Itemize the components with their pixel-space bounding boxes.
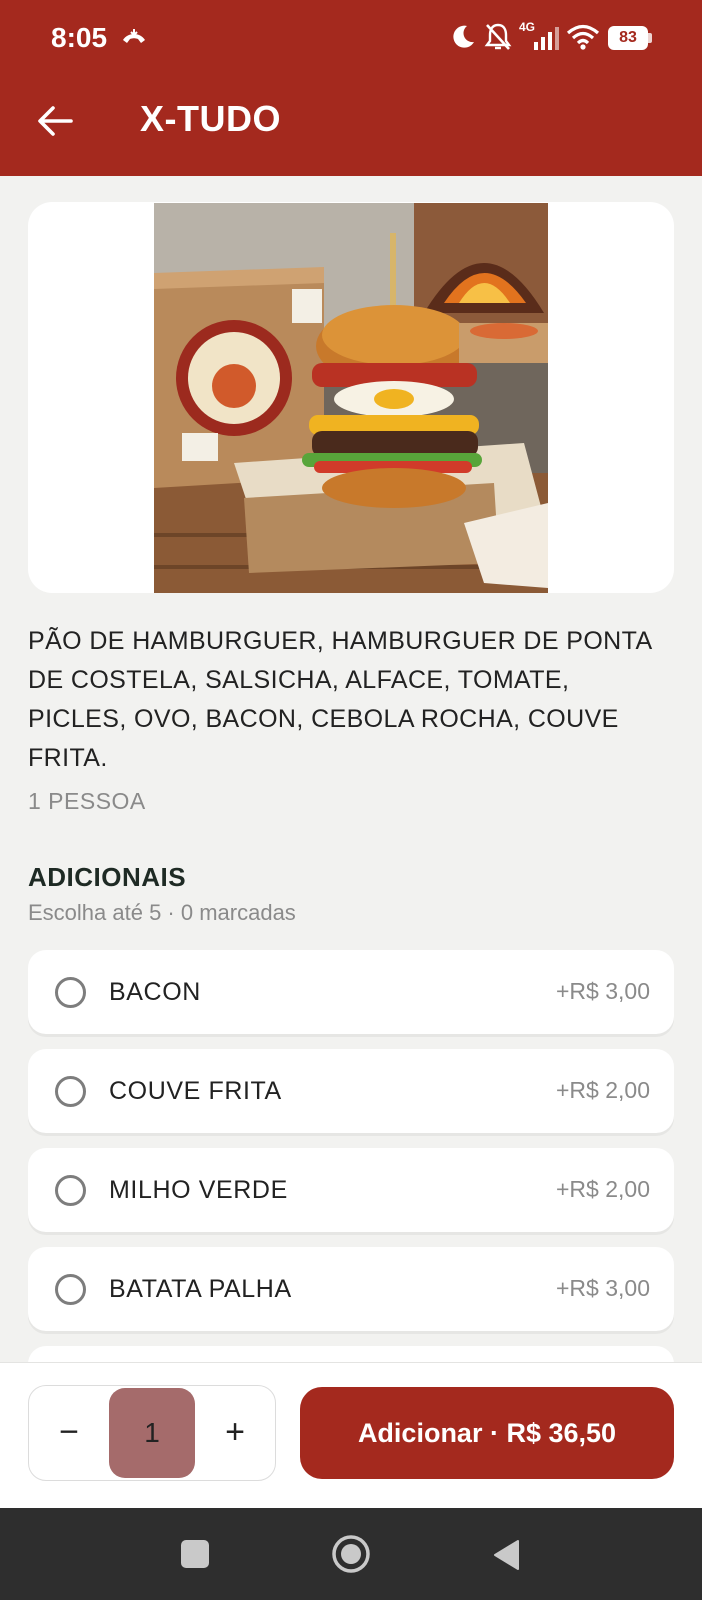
- page-title: X-TUDO: [140, 98, 281, 139]
- serving-size: 1 PESSOA: [28, 788, 146, 814]
- decrease-quantity-button[interactable]: −: [49, 1410, 89, 1456]
- nav-back-button[interactable]: [492, 1539, 520, 1571]
- addon-label: MILHO VERDE: [109, 1176, 288, 1204]
- home-button[interactable]: [331, 1534, 371, 1574]
- addon-option-bacon[interactable]: BACON +R$ 3,00: [28, 950, 674, 1034]
- addon-label: BACON: [109, 978, 201, 1006]
- radio-unchecked-icon[interactable]: [55, 1076, 86, 1107]
- increase-quantity-button[interactable]: +: [213, 1410, 257, 1456]
- bell-off-icon: [484, 23, 512, 50]
- status-time: 8:05: [51, 22, 108, 53]
- product-description: PÃO DE HAMBURGUER, HAMBURGUER DE PONTA D…: [28, 627, 652, 772]
- product-image: [154, 203, 548, 593]
- status-bar: 8:05 4G 83: [0, 0, 702, 78]
- addons-title: ADICIONAIS: [28, 862, 187, 892]
- addon-option-milho-verde[interactable]: MILHO VERDE +R$ 2,00: [28, 1148, 674, 1232]
- wifi-icon: [566, 24, 600, 50]
- radio-unchecked-icon[interactable]: [55, 1274, 86, 1305]
- addon-price: +R$ 3,00: [556, 978, 650, 1004]
- battery-icon: 83: [608, 26, 652, 50]
- add-to-cart-button[interactable]: Adicionar · R$ 36,50: [300, 1387, 674, 1479]
- addon-price: +R$ 2,00: [556, 1077, 650, 1103]
- radio-unchecked-icon[interactable]: [55, 1175, 86, 1206]
- call-icon: [123, 29, 145, 43]
- arrow-left-icon: [38, 106, 73, 136]
- product-image-card: [28, 202, 674, 593]
- addons-subtitle: Escolha até 5 · 0 marcadas: [28, 900, 296, 925]
- recents-button[interactable]: [181, 1540, 209, 1568]
- addon-price: +R$ 3,00: [556, 1275, 650, 1301]
- app-header: 8:05 4G 83 X-TUDO: [0, 0, 702, 176]
- quantity-value: 1: [109, 1388, 195, 1478]
- battery-level: 83: [608, 26, 648, 50]
- addon-option-couve-frita[interactable]: COUVE FRITA +R$ 2,00: [28, 1049, 674, 1133]
- addon-option-batata-palha[interactable]: BATATA PALHA +R$ 3,00: [28, 1247, 674, 1331]
- addon-price: +R$ 2,00: [556, 1176, 650, 1202]
- battery-tip: [648, 33, 652, 43]
- addon-label: BATATA PALHA: [109, 1275, 292, 1303]
- radio-unchecked-icon[interactable]: [55, 977, 86, 1008]
- addon-label: COUVE FRITA: [109, 1077, 282, 1105]
- moon-icon: [453, 25, 474, 48]
- cart-bar: − 1 + Adicionar · R$ 36,50: [0, 1362, 702, 1508]
- signal-icon: [534, 27, 559, 50]
- back-button[interactable]: [30, 96, 80, 146]
- quantity-stepper: − 1 +: [28, 1385, 276, 1481]
- system-nav-bar: [0, 1508, 702, 1600]
